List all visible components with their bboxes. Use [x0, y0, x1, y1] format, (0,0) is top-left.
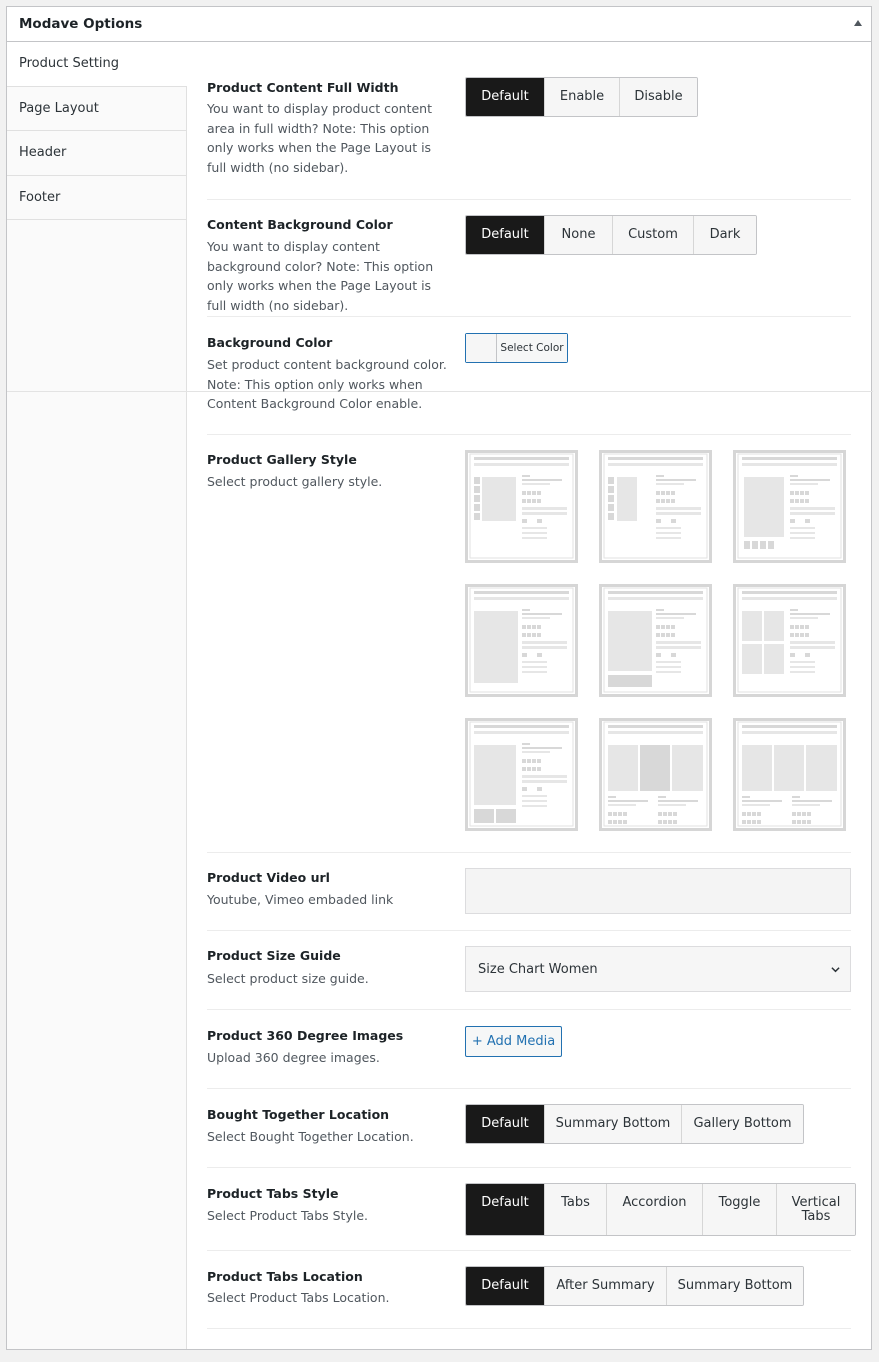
gallery-layout-preview-icon — [469, 453, 574, 559]
field-label: Product 360 Degree Images — [207, 1028, 404, 1043]
options-sidebar: Product Setting Page Layout Header Foote… — [7, 42, 187, 1349]
modave-options-panel: Modave Options Product Setting Page Layo… — [6, 6, 873, 1350]
field-content-full-width: Product Content Full Width You want to d… — [207, 42, 851, 200]
panel-header: Modave Options — [7, 7, 871, 42]
field-gallery-style: Product Gallery Style Select product gal… — [207, 435, 851, 853]
gallery-layout-preview-icon — [737, 721, 842, 827]
sidebar-item-label: Product Setting — [19, 56, 120, 72]
field-background-color: Background Color Set product content bac… — [207, 317, 851, 435]
field-size-guide: Product Size Guide Select product size g… — [207, 931, 851, 1010]
content-bg-color-buttons: Default None Custom Dark — [465, 215, 757, 255]
field-description: Youtube, Vimeo embaded link — [207, 892, 394, 907]
field-description: Select Bought Together Location. — [207, 1129, 414, 1144]
option-tabs[interactable]: Tabs — [544, 1184, 606, 1235]
option-summary-bottom[interactable]: Summary Bottom — [666, 1267, 803, 1305]
sidebar-item-footer[interactable]: Footer — [7, 176, 186, 220]
field-label: Product Gallery Style — [207, 452, 357, 467]
field-bought-together: Bought Together Location Select Bought T… — [207, 1089, 851, 1168]
video-url-input[interactable] — [465, 868, 851, 914]
gallery-style-option[interactable] — [465, 584, 578, 697]
gallery-style-option[interactable] — [733, 450, 846, 563]
size-guide-selected-value: Size Chart Women — [478, 961, 598, 977]
select-color-button[interactable]: Select Color — [465, 333, 568, 363]
field-label: Product Content Full Width — [207, 80, 399, 95]
sidebar-item-label: Footer — [19, 189, 61, 205]
field-video-url: Product Video url Youtube, Vimeo embaded… — [207, 853, 851, 931]
content-full-width-buttons: Default Enable Disable — [465, 77, 698, 117]
panel-title: Modave Options — [19, 16, 143, 32]
gallery-layout-preview-icon — [603, 453, 708, 559]
sidebar-item-header[interactable]: Header — [7, 131, 186, 176]
gallery-style-option[interactable] — [733, 718, 846, 831]
option-none[interactable]: None — [544, 216, 612, 254]
field-label: Product Tabs Style — [207, 1186, 339, 1201]
option-custom[interactable]: Custom — [612, 216, 693, 254]
field-content-bg-color: Content Background Color You want to dis… — [207, 200, 851, 317]
option-after-summary[interactable]: After Summary — [544, 1267, 666, 1305]
field-label: Background Color — [207, 335, 333, 350]
field-tabs-location: Product Tabs Location Select Product Tab… — [207, 1251, 851, 1329]
field-description: Select Product Tabs Style. — [207, 1208, 368, 1223]
option-default[interactable]: Default — [466, 1105, 544, 1143]
field-description: You want to display product content area… — [207, 101, 432, 175]
option-enable[interactable]: Enable — [544, 78, 619, 116]
gallery-layout-preview-icon — [469, 587, 574, 693]
sidebar-item-label: Header — [19, 145, 67, 161]
option-default[interactable]: Default — [466, 216, 544, 254]
gallery-style-option[interactable] — [465, 450, 578, 563]
field-description: You want to display content background c… — [207, 239, 434, 313]
field-label: Content Background Color — [207, 217, 393, 232]
chevron-down-icon — [831, 967, 840, 973]
field-360-images: Product 360 Degree Images Upload 360 deg… — [207, 1010, 851, 1089]
tabs-style-buttons: Default Tabs Accordion Toggle Vertical T… — [465, 1183, 856, 1236]
select-color-label: Select Color — [497, 334, 567, 362]
option-default[interactable]: Default — [466, 78, 544, 116]
option-toggle[interactable]: Toggle — [702, 1184, 776, 1235]
collapse-arrow-icon[interactable] — [854, 20, 862, 26]
gallery-style-option[interactable] — [599, 450, 712, 563]
field-label: Product Size Guide — [207, 948, 341, 963]
option-dark[interactable]: Dark — [693, 216, 756, 254]
gallery-style-option[interactable] — [599, 584, 712, 697]
field-label: Product Video url — [207, 870, 330, 885]
sidebar-item-product-setting[interactable]: Product Setting — [7, 42, 187, 87]
option-gallery-bottom[interactable]: Gallery Bottom — [681, 1105, 803, 1143]
gallery-layout-preview-icon — [737, 453, 842, 559]
add-media-button[interactable]: + Add Media — [465, 1026, 562, 1057]
gallery-style-option[interactable] — [599, 718, 712, 831]
option-default[interactable]: Default — [466, 1267, 544, 1305]
option-accordion[interactable]: Accordion — [606, 1184, 702, 1235]
sidebar-item-page-layout[interactable]: Page Layout — [7, 87, 186, 131]
field-label: Bought Together Location — [207, 1107, 390, 1122]
field-description: Upload 360 degree images. — [207, 1050, 380, 1065]
color-swatch — [466, 334, 497, 362]
size-guide-select[interactable]: Size Chart Women — [465, 946, 851, 992]
option-vertical-tabs[interactable]: Vertical Tabs — [776, 1184, 855, 1235]
option-disable[interactable]: Disable — [619, 78, 697, 116]
field-description: Select product size guide. — [207, 971, 369, 986]
field-label: Product Tabs Location — [207, 1269, 363, 1284]
gallery-layout-preview-icon — [469, 721, 574, 827]
field-description: Select Product Tabs Location. — [207, 1290, 390, 1305]
bought-together-buttons: Default Summary Bottom Gallery Bottom — [465, 1104, 804, 1144]
field-description: Select product gallery style. — [207, 474, 383, 489]
option-summary-bottom[interactable]: Summary Bottom — [544, 1105, 681, 1143]
tabs-location-buttons: Default After Summary Summary Bottom — [465, 1266, 804, 1306]
sidebar-item-label: Page Layout — [19, 100, 99, 116]
option-default[interactable]: Default — [466, 1184, 544, 1235]
field-tabs-style: Product Tabs Style Select Product Tabs S… — [207, 1168, 856, 1251]
gallery-style-option[interactable] — [465, 718, 578, 831]
gallery-layout-preview-icon — [603, 587, 708, 693]
gallery-layout-preview-icon — [603, 721, 708, 827]
field-description: Set product content background color. No… — [207, 357, 447, 411]
gallery-style-option[interactable] — [733, 584, 846, 697]
gallery-layout-preview-icon — [737, 587, 842, 693]
